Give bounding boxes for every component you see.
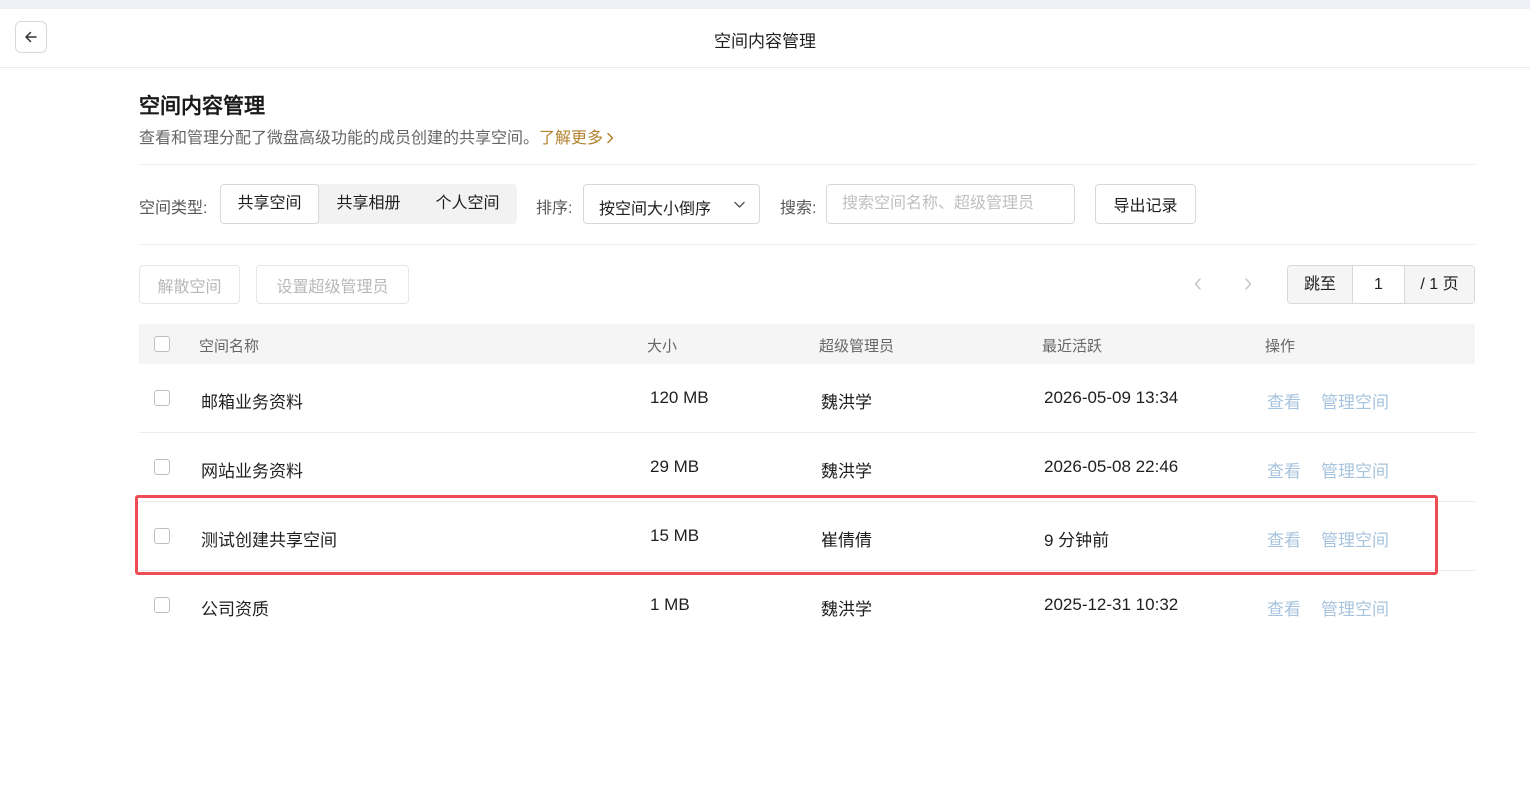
- sort-select[interactable]: 按空间大小倒序: [583, 184, 760, 224]
- sort-label: 排序:: [536, 200, 573, 217]
- chevron-left-icon: [1194, 278, 1201, 290]
- learn-more-link[interactable]: 了解更多: [539, 130, 615, 147]
- manage-space-link[interactable]: 管理空间: [1321, 388, 1389, 413]
- last-active: 9 分钟前: [1044, 531, 1110, 550]
- page-title: 空间内容管理: [139, 95, 265, 118]
- page-description-text: 查看和管理分配了微盘高级功能的成员创建的共享空间。: [139, 130, 540, 147]
- space-type-segmented: 共享空间 共享相册 个人空间: [220, 184, 517, 224]
- column-header-name: 空间名称: [199, 338, 260, 355]
- space-type-personal[interactable]: 个人空间: [418, 184, 517, 224]
- last-active: 2026-05-09 13:34: [1044, 388, 1179, 407]
- chevron-right-icon: [607, 132, 614, 144]
- space-name: 测试创建共享空间: [201, 531, 337, 550]
- table-row: 邮箱业务资料 120 MB 魏洪学 2026-05-09 13:34 查看 管理…: [139, 364, 1475, 433]
- manage-space-link[interactable]: 管理空间: [1321, 526, 1389, 551]
- row-checkbox[interactable]: [154, 390, 170, 406]
- chevron-right-icon: [1245, 278, 1252, 290]
- space-type-label: 空间类型:: [139, 200, 208, 217]
- table-row: 公司资质 1 MB 魏洪学 2025-12-31 10:32 查看 管理空间: [139, 571, 1475, 640]
- window-top-strip: [0, 0, 1530, 9]
- space-size: 1 MB: [650, 595, 690, 614]
- space-size: 120 MB: [650, 388, 709, 407]
- space-name: 公司资质: [201, 600, 269, 619]
- search-input[interactable]: [826, 184, 1075, 224]
- prev-page-button[interactable]: [1188, 274, 1208, 294]
- total-pages-label: / 1 页: [1404, 266, 1474, 303]
- last-active: 2026-05-08 22:46: [1044, 457, 1179, 476]
- column-header-actions: 操作: [1265, 338, 1296, 355]
- space-name: 网站业务资料: [201, 462, 303, 481]
- select-all-checkbox[interactable]: [154, 336, 170, 352]
- view-link[interactable]: 查看: [1267, 388, 1301, 413]
- super-admin: 魏洪学: [821, 393, 872, 412]
- row-checkbox[interactable]: [154, 528, 170, 544]
- table-row: 测试创建共享空间 15 MB 崔倩倩 9 分钟前 查看 管理空间: [139, 502, 1475, 571]
- view-link[interactable]: 查看: [1267, 595, 1301, 620]
- dissolve-space-button[interactable]: 解散空间: [139, 265, 240, 304]
- page-description: 查看和管理分配了微盘高级功能的成员创建的共享空间。了解更多: [139, 124, 615, 148]
- space-size: 29 MB: [650, 457, 700, 476]
- manage-space-link[interactable]: 管理空间: [1321, 595, 1389, 620]
- divider: [139, 164, 1475, 165]
- chevron-down-icon: [734, 201, 745, 208]
- manage-space-link[interactable]: 管理空间: [1321, 457, 1389, 482]
- row-checkbox[interactable]: [154, 459, 170, 475]
- column-header-last-active: 最近活跃: [1042, 338, 1103, 355]
- page-jump: 跳至 1 / 1 页: [1287, 265, 1475, 304]
- column-header-size: 大小: [647, 338, 678, 355]
- next-page-button[interactable]: [1238, 274, 1258, 294]
- table-row: 网站业务资料 29 MB 魏洪学 2026-05-08 22:46 查看 管理空…: [139, 433, 1475, 502]
- top-header: 空间内容管理: [0, 9, 1530, 68]
- spaces-table: 空间名称 大小 超级管理员 最近活跃 操作 邮箱业务资料 120 MB 魏洪学 …: [139, 324, 1475, 640]
- space-name: 邮箱业务资料: [201, 393, 303, 412]
- super-admin: 魏洪学: [821, 462, 872, 481]
- set-super-admin-button[interactable]: 设置超级管理员: [256, 265, 409, 304]
- table-header: 空间名称 大小 超级管理员 最近活跃 操作: [139, 324, 1475, 364]
- super-admin: 崔倩倩: [821, 531, 872, 550]
- space-type-shared[interactable]: 共享空间: [220, 184, 319, 224]
- last-active: 2025-12-31 10:32: [1044, 595, 1179, 614]
- export-records-button[interactable]: 导出记录: [1095, 184, 1196, 224]
- jump-to-label: 跳至: [1288, 266, 1353, 303]
- column-header-admin: 超级管理员: [819, 338, 895, 355]
- view-link[interactable]: 查看: [1267, 526, 1301, 551]
- sort-value: 按空间大小倒序: [599, 201, 712, 218]
- space-size: 15 MB: [650, 526, 700, 545]
- row-checkbox[interactable]: [154, 597, 170, 613]
- divider: [139, 244, 1475, 245]
- learn-more-label[interactable]: 了解更多: [539, 130, 603, 147]
- page-number-input[interactable]: 1: [1353, 266, 1404, 303]
- space-type-album[interactable]: 共享相册: [319, 184, 418, 224]
- search-label: 搜索:: [780, 200, 817, 217]
- header-title: 空间内容管理: [714, 32, 816, 51]
- view-link[interactable]: 查看: [1267, 457, 1301, 482]
- super-admin: 魏洪学: [821, 600, 872, 619]
